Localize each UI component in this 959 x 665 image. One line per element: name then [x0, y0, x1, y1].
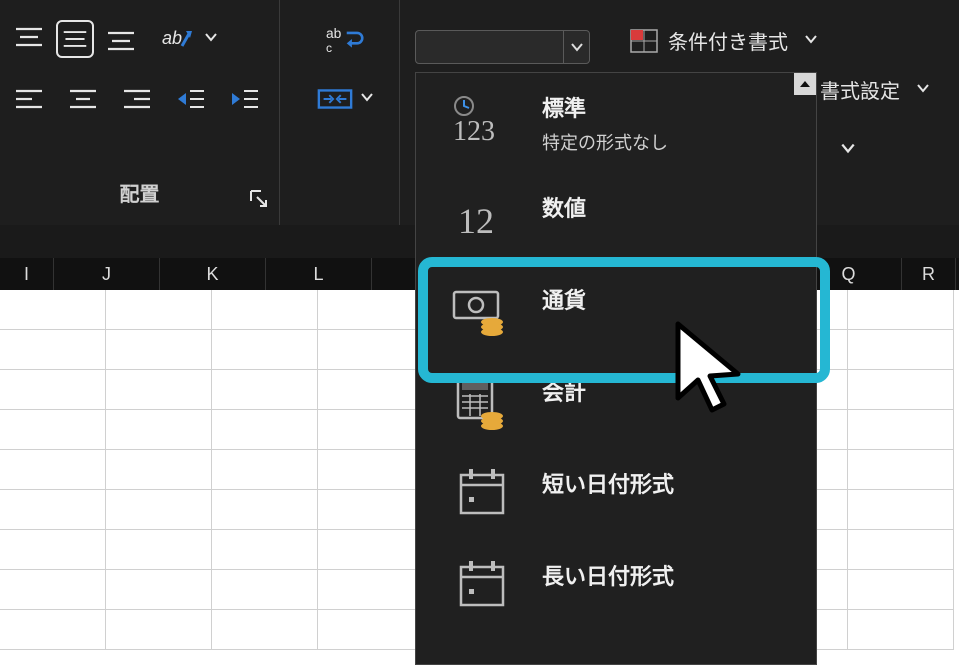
format-option-title: 数値 [542, 191, 586, 223]
format-option-title: 会計 [542, 375, 586, 407]
wrap-text-icon[interactable]: abc [326, 20, 364, 58]
svg-text:ab: ab [326, 25, 342, 41]
format-option-currency[interactable]: 通貨 [416, 265, 816, 357]
column-header[interactable]: R [902, 258, 956, 290]
conditional-formatting-icon [630, 29, 658, 53]
conditional-formatting-button[interactable]: 条件付き書式 [630, 26, 930, 55]
column-header[interactable]: I [0, 258, 54, 290]
chevron-down-icon[interactable] [563, 31, 589, 63]
chevron-down-icon[interactable] [204, 30, 218, 49]
svg-text:ab: ab [162, 28, 182, 48]
scroll-up-icon[interactable] [794, 73, 816, 95]
long-date-format-icon [446, 559, 518, 615]
column-header[interactable]: K [160, 258, 266, 290]
column-header[interactable]: L [266, 258, 372, 290]
format-settings-label: 書式設定 [820, 75, 900, 104]
chevron-down-icon[interactable] [840, 140, 856, 161]
format-option-number[interactable]: 12 数値 [416, 173, 816, 265]
align-middle-icon[interactable] [56, 20, 94, 58]
format-option-accounting[interactable]: 会計 [416, 357, 816, 449]
format-option-short-date[interactable]: 短い日付形式 [416, 449, 816, 541]
chevron-down-icon[interactable] [360, 90, 374, 109]
general-format-icon: 123 [446, 91, 518, 147]
currency-format-icon [446, 283, 518, 339]
number-format-icon: 12 [446, 191, 518, 247]
column-header[interactable]: J [54, 258, 160, 290]
format-option-title: 短い日付形式 [542, 467, 674, 499]
svg-text:123: 123 [453, 116, 495, 144]
format-option-long-date[interactable]: 長い日付形式 [416, 541, 816, 633]
format-option-title: 長い日付形式 [542, 559, 674, 591]
format-option-title: 通貨 [542, 283, 586, 315]
number-format-dropdown: 123 標準 特定の形式なし 12 数値 通貨 会計 [415, 72, 817, 665]
format-option-subtitle: 特定の形式なし [542, 129, 668, 155]
increase-indent-icon[interactable] [226, 80, 264, 118]
align-right-icon[interactable] [118, 80, 156, 118]
format-settings-button[interactable]: 書式設定 [820, 75, 930, 104]
svg-text:c: c [326, 41, 332, 55]
dialog-launcher-icon[interactable] [249, 189, 271, 211]
wrap-merge-group: abc [280, 0, 400, 225]
orientation-icon[interactable]: ab [158, 20, 196, 58]
svg-text:12: 12 [458, 201, 494, 241]
decrease-indent-icon[interactable] [172, 80, 210, 118]
align-bottom-icon[interactable] [102, 20, 140, 58]
accounting-format-icon [446, 375, 518, 431]
chevron-down-icon [804, 29, 818, 52]
alignment-group: ab 配置 [0, 0, 280, 225]
number-format-select[interactable] [415, 30, 590, 64]
merge-center-icon[interactable] [316, 80, 354, 118]
align-top-icon[interactable] [10, 20, 48, 58]
format-option-general[interactable]: 123 標準 特定の形式なし [416, 73, 816, 173]
short-date-format-icon [446, 467, 518, 523]
align-left-icon[interactable] [10, 80, 48, 118]
conditional-formatting-label: 条件付き書式 [668, 26, 788, 55]
align-center-icon[interactable] [64, 80, 102, 118]
group-label-alignment: 配置 [0, 178, 279, 207]
format-option-title: 標準 [542, 91, 668, 123]
chevron-down-icon [916, 78, 930, 101]
